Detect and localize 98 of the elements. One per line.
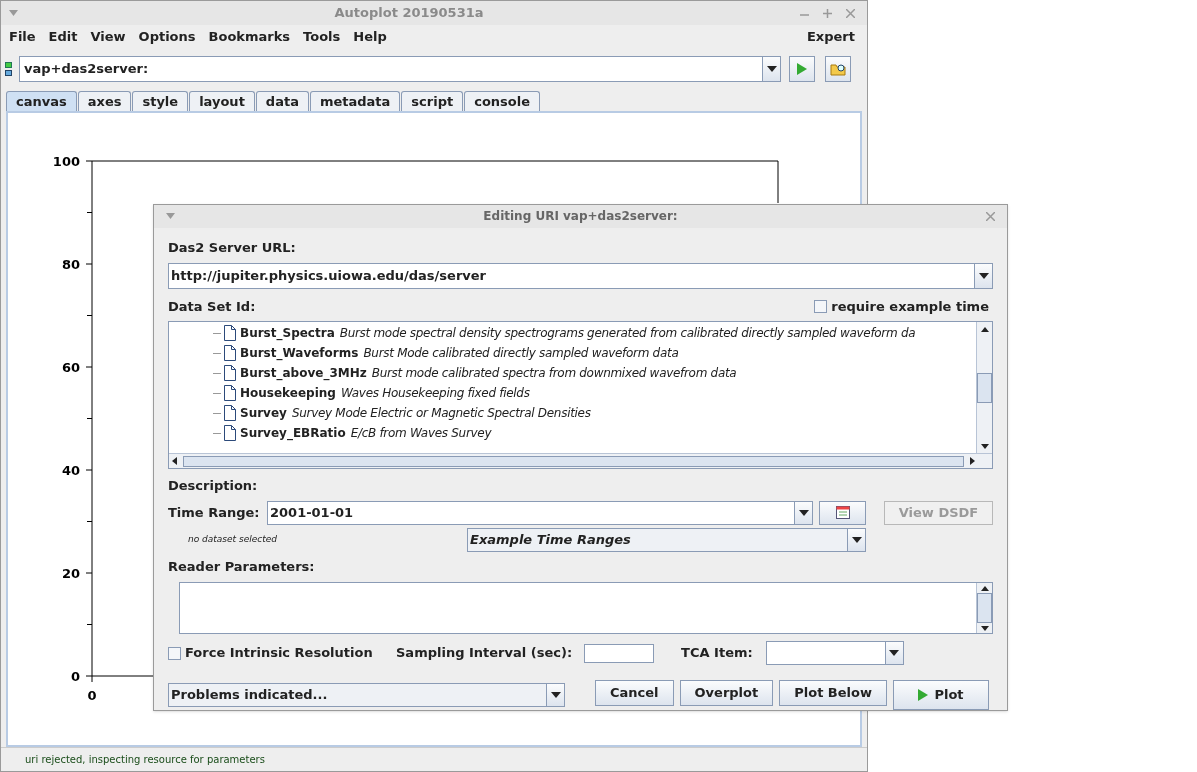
- hint-text: no dataset selected: [187, 532, 278, 546]
- status-light-icon: [5, 61, 13, 77]
- menu-item[interactable]: File: [9, 26, 36, 47]
- document-icon: [224, 345, 236, 361]
- tab[interactable]: data: [255, 91, 309, 111]
- dropdown-button[interactable]: [546, 684, 564, 706]
- tab[interactable]: layout: [189, 91, 255, 111]
- y-tick-label: 0: [70, 669, 80, 684]
- document-icon: [224, 405, 236, 421]
- dropdown-caret-icon: [550, 692, 561, 698]
- maximize-icon[interactable]: [823, 8, 832, 18]
- open-folder-button[interactable]: [825, 56, 851, 82]
- dropdown-caret-icon: [978, 273, 989, 279]
- dropdown-caret-icon: [766, 66, 777, 72]
- document-icon: [224, 365, 236, 381]
- dropdown-button[interactable]: [847, 528, 865, 551]
- menu-item[interactable]: Help: [353, 26, 387, 47]
- close-icon[interactable]: [986, 211, 995, 221]
- status-message: uri rejected, inspecting resource for parameters: [25, 753, 265, 767]
- checkbox[interactable]: [168, 646, 181, 660]
- vertical-scrollbar[interactable]: [976, 583, 992, 633]
- checkbox[interactable]: [814, 300, 828, 313]
- vertical-scrollbar[interactable]: [976, 322, 992, 453]
- scroll-thumb[interactable]: [977, 372, 992, 403]
- checkbox-label: Force Intrinsic Resolution: [185, 644, 373, 663]
- play-icon: [797, 63, 807, 75]
- field-label: TCA Item:: [681, 644, 753, 663]
- y-tick-label: 40: [61, 463, 80, 478]
- menu-item[interactable]: Options: [138, 26, 196, 47]
- sampling-interval-field[interactable]: [584, 643, 655, 663]
- reader-parameters-field[interactable]: [179, 582, 993, 634]
- dialog-button[interactable]: Overplot: [679, 680, 774, 706]
- tab[interactable]: axes: [77, 91, 132, 111]
- tab[interactable]: style: [132, 91, 189, 111]
- document-icon: [224, 385, 236, 401]
- y-tick-label: 100: [52, 154, 80, 169]
- window-menu-icon[interactable]: [9, 10, 18, 16]
- document-icon: [224, 325, 236, 341]
- scroll-thumb[interactable]: [977, 593, 992, 623]
- tree-item[interactable]: Survey Survey Mode Electric or Magnetic Spectral Densities: [169, 403, 976, 423]
- dialog-button[interactable]: Cancel: [595, 680, 674, 706]
- dialog-button[interactable]: Plot: [893, 680, 989, 710]
- tree-item[interactable]: Housekeeping Waves Housekeeping fixed fields: [169, 383, 976, 403]
- window-title: Autoplot 20190531a: [333, 4, 485, 23]
- dropdown-caret-icon: [851, 536, 862, 543]
- folder-search-icon: [830, 62, 846, 76]
- y-tick-label: 80: [61, 257, 80, 272]
- menu-item[interactable]: Bookmarks: [208, 26, 291, 47]
- server-url-combo[interactable]: http://jupiter.physics.uiowa.edu/das/server: [168, 263, 993, 289]
- field-label: Das2 Server URL:: [168, 238, 297, 257]
- window-menu-icon[interactable]: [166, 213, 175, 220]
- go-button[interactable]: [789, 56, 815, 82]
- dropdown-caret-icon: [798, 509, 809, 516]
- dropdown-button[interactable]: [794, 501, 812, 524]
- close-icon[interactable]: [846, 8, 855, 18]
- x-tick-label: 0: [87, 688, 97, 703]
- dialog-button[interactable]: Plot Below: [779, 680, 887, 706]
- field-label: Time Range:: [168, 503, 261, 522]
- field-label: Reader Parameters:: [168, 557, 316, 576]
- dropdown-button[interactable]: [974, 264, 992, 288]
- y-tick-label: 60: [61, 360, 80, 375]
- tab[interactable]: script: [401, 91, 464, 111]
- dialog-title: Editing URI vap+das2server:: [482, 208, 679, 226]
- tree-item[interactable]: Burst_above_3MHz Burst mode calibrated spectra from downmixed wavefrom data: [169, 363, 976, 383]
- calendar-icon: [835, 506, 850, 519]
- tree-item[interactable]: Burst_Spectra Burst mode spectral density spectrograms generated from calibrated directly sampled waveform da: [169, 323, 976, 343]
- tab[interactable]: console: [464, 91, 541, 111]
- example-time-ranges-combo[interactable]: Example Time Ranges: [467, 527, 866, 552]
- field-label: Description:: [168, 477, 259, 495]
- time-range-combo[interactable]: 2001-01-01: [267, 500, 813, 525]
- menu-item[interactable]: Tools: [303, 26, 341, 47]
- field-label: Data Set Id:: [168, 297, 257, 316]
- scroll-down-arrow-icon[interactable]: [980, 443, 989, 449]
- dropdown-button[interactable]: [884, 642, 903, 664]
- scroll-up-arrow-icon[interactable]: [980, 585, 989, 591]
- menu-item[interactable]: Edit: [48, 26, 78, 47]
- dropdown-caret-icon: [889, 650, 900, 656]
- problems-combo[interactable]: Problems indicated...: [168, 683, 565, 707]
- scroll-thumb[interactable]: [183, 455, 964, 467]
- scroll-right-arrow-icon[interactable]: [970, 457, 975, 465]
- horizontal-scrollbar[interactable]: [169, 453, 992, 468]
- scroll-down-arrow-icon[interactable]: [980, 625, 989, 631]
- document-icon: [224, 425, 236, 441]
- y-tick-label: 20: [61, 566, 80, 581]
- checkbox-label: require example time: [831, 297, 989, 316]
- tab[interactable]: metadata: [309, 91, 401, 111]
- scroll-left-arrow-icon[interactable]: [172, 457, 177, 465]
- field-label: Sampling Interval (sec):: [396, 644, 573, 663]
- menu-item[interactable]: View: [90, 26, 126, 47]
- tab[interactable]: canvas: [6, 91, 77, 111]
- play-icon: [918, 689, 929, 701]
- uri-field[interactable]: vap+das2server:: [19, 56, 781, 82]
- tree-item[interactable]: Survey_EBRatio E/cB from Waves Survey: [169, 423, 976, 443]
- scroll-up-arrow-icon[interactable]: [980, 326, 989, 332]
- dropdown-button[interactable]: [762, 57, 780, 81]
- calendar-button[interactable]: [819, 500, 866, 525]
- tree-item[interactable]: Burst_Waveforms Burst Mode calibrated directly sampled waveform data: [169, 343, 976, 363]
- menu-item[interactable]: Expert: [807, 26, 855, 47]
